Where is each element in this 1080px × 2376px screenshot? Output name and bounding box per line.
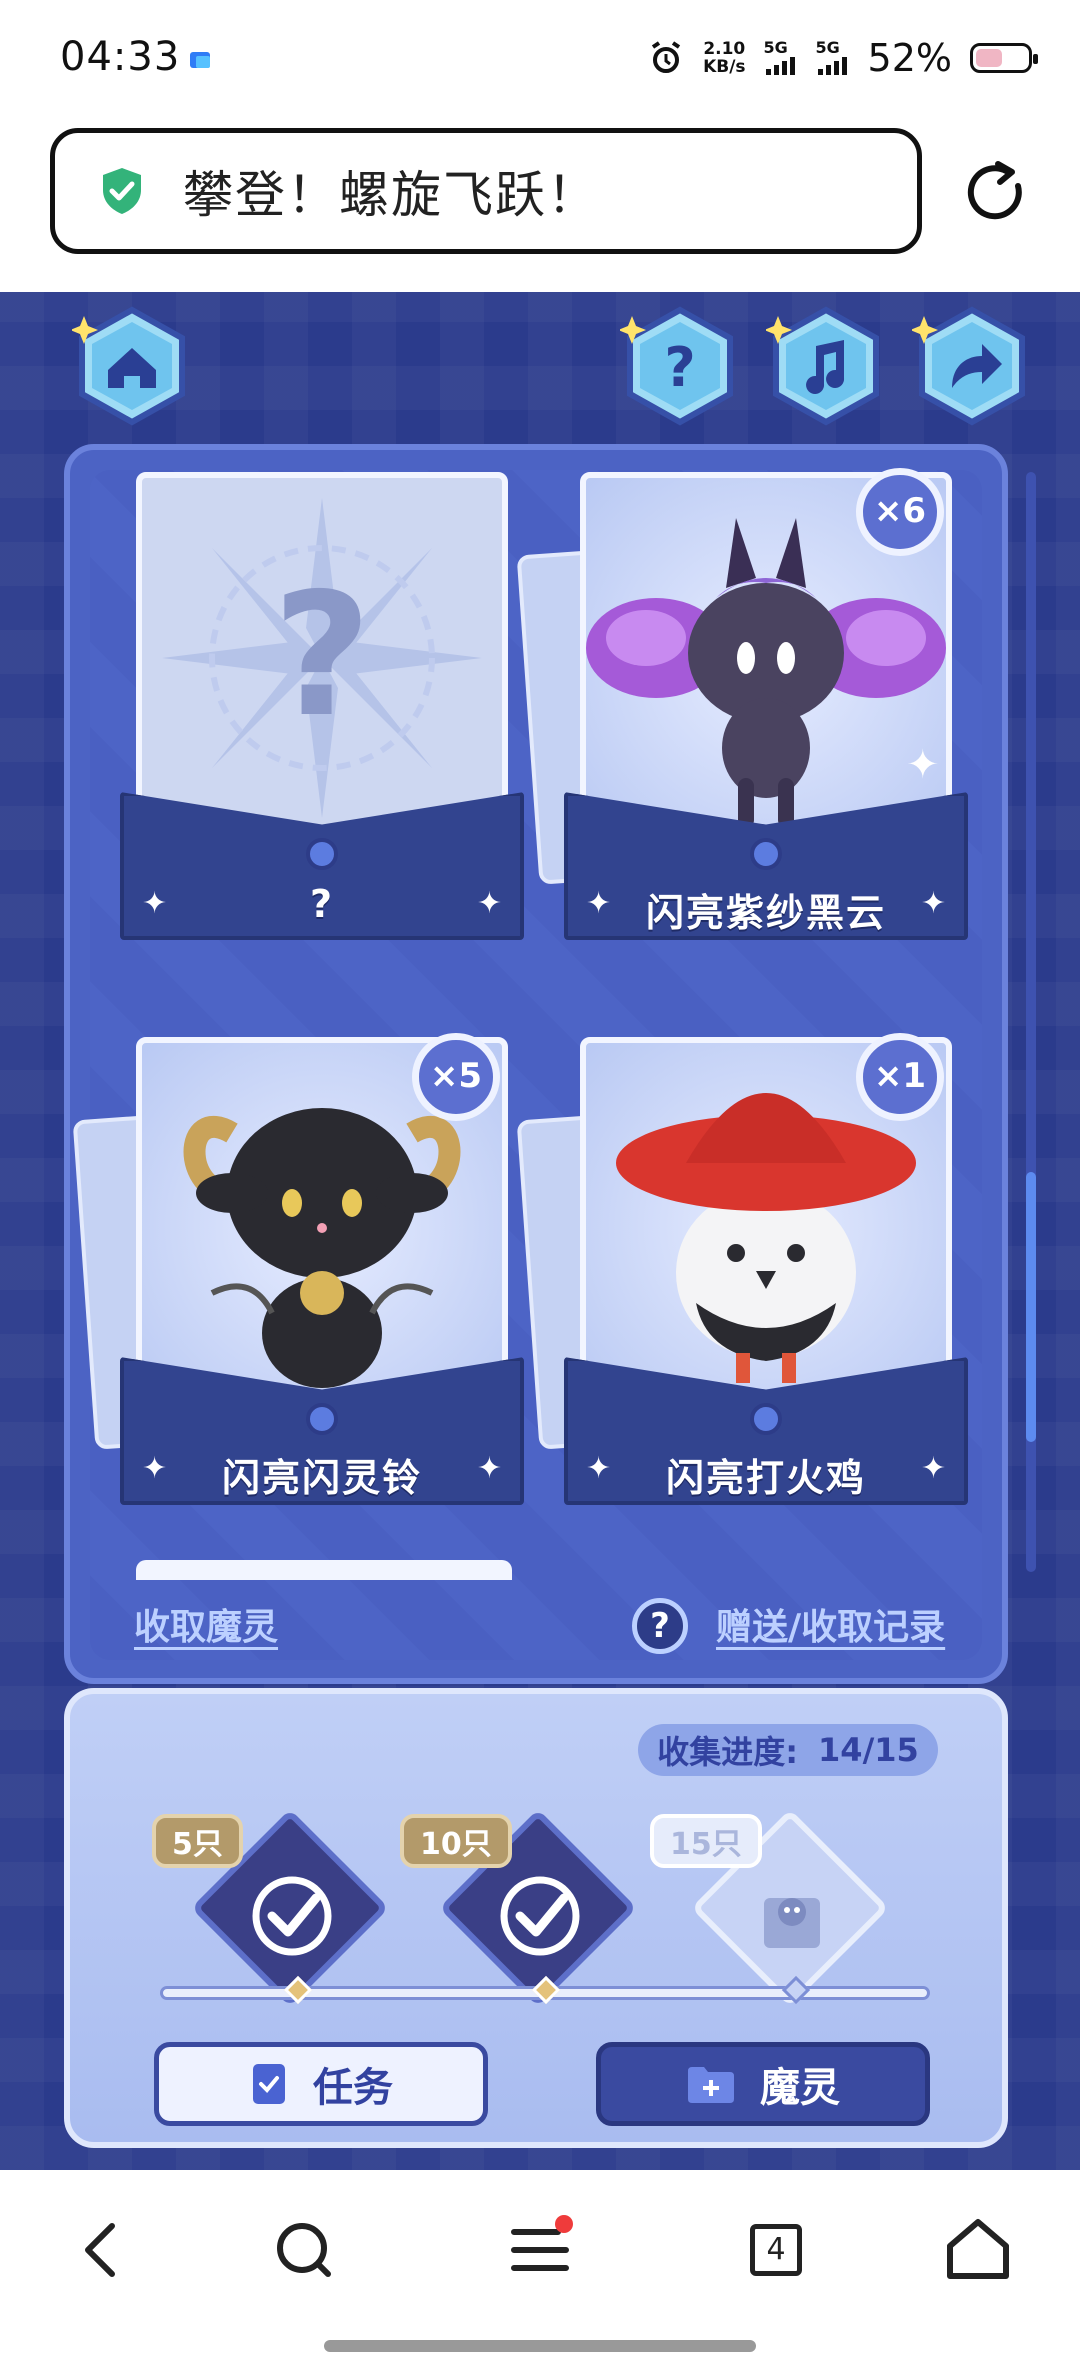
battery-fill	[976, 49, 1002, 67]
check-icon	[252, 1876, 332, 1956]
menu-icon[interactable]	[500, 2210, 580, 2290]
next-card-peek	[136, 1560, 512, 1580]
question-icon: ?	[664, 336, 695, 399]
locked-card-art: ?	[162, 498, 482, 818]
music-button[interactable]	[766, 306, 886, 426]
home-button[interactable]	[72, 306, 192, 426]
check-icon	[500, 1876, 580, 1956]
task-doc-icon	[253, 2064, 285, 2104]
reward-tag: 5只	[152, 1814, 243, 1868]
tasks-label: 任务	[313, 2065, 393, 2111]
card-art: ?	[136, 472, 508, 852]
progress-value: 14/15	[818, 1731, 919, 1769]
card-name: ?	[309, 882, 335, 926]
spirit-card[interactable]: ✦ ×6 ✦ 闪亮紫纱黑云 ✦	[516, 468, 968, 952]
card-name: 闪亮紫纱黑云	[645, 891, 886, 935]
title-box[interactable]: 攀登！螺旋飞跃！	[50, 128, 922, 254]
notification-dot	[555, 2215, 573, 2233]
help-icon[interactable]: ?	[632, 1598, 688, 1654]
battery-icon	[970, 43, 1038, 73]
card-pin	[306, 1403, 338, 1435]
sparkle-icon: ✦	[920, 886, 946, 921]
question-mark-icon: ?	[273, 557, 372, 755]
share-button[interactable]	[912, 306, 1032, 426]
spirit-card[interactable]: ×5 ✦ 闪亮闪灵铃 ✦	[72, 1033, 524, 1517]
battery-percent: 52%	[867, 36, 952, 80]
help-button[interactable]: ?	[620, 306, 740, 426]
card-name: 闪亮闪灵铃	[221, 1456, 422, 1500]
progress-panel: 收集进度: 14/15 5只 10只 15只 任务 魔灵	[64, 1688, 1008, 2148]
network-speed: 2.10 KB/s	[703, 39, 746, 77]
card-count-badge: ×6	[856, 468, 944, 556]
progress-label: 收集进度:	[657, 1733, 799, 1771]
app-notification-icon	[190, 52, 210, 68]
card-pin	[750, 838, 782, 870]
game-area: ? ? ✦ ? ✦ ✦ ×6 ✦ 闪亮紫纱黑云 ✦ ×5 ✦ 闪亮闪灵铃 ✦ ×…	[0, 292, 1080, 2170]
collection-progress: 收集进度: 14/15	[638, 1724, 938, 1776]
sparkle-icon: ✦	[920, 1451, 946, 1486]
home-indicator[interactable]	[324, 2340, 756, 2352]
svg-text:✦: ✦	[906, 742, 940, 788]
scrollbar-thumb[interactable]	[1026, 1172, 1036, 1442]
status-bar: 04:33 2.10 KB/s 5G 5G 52%	[0, 0, 1080, 120]
collect-spirits-link[interactable]: 收取魔灵	[134, 1598, 278, 1650]
secure-shield-icon	[103, 168, 141, 214]
reward-tag: 15只	[650, 1814, 762, 1868]
reward-tag: 10只	[400, 1814, 512, 1868]
folder-icon	[688, 2067, 734, 2103]
alarm-icon	[651, 41, 681, 73]
card-count-badge: ×1	[856, 1033, 944, 1121]
signal-bars-icon	[817, 57, 847, 75]
card-count-badge: ×5	[412, 1033, 500, 1121]
spirits-button[interactable]: 魔灵	[596, 2042, 930, 2126]
tabs-button[interactable]: 4	[736, 2210, 816, 2290]
tasks-button[interactable]: 任务	[154, 2042, 488, 2126]
home-nav-icon[interactable]	[938, 2210, 1018, 2290]
gift-box-icon	[764, 1898, 820, 1948]
gift-records-link[interactable]: 赠送/收取记录	[716, 1598, 945, 1650]
spirit-card-locked[interactable]: ? ✦ ? ✦	[120, 472, 524, 952]
spirits-label: 魔灵	[760, 2065, 840, 2111]
search-icon[interactable]	[264, 2210, 344, 2290]
card-pin	[306, 838, 338, 870]
sparkle-icon: ✦	[476, 886, 502, 921]
signal-2: 5G	[816, 40, 850, 75]
back-icon[interactable]	[62, 2210, 142, 2290]
reload-icon[interactable]	[960, 156, 1032, 228]
status-time: 04:33	[60, 34, 181, 80]
sparkle-icon: ✦	[476, 1451, 502, 1486]
tabs-count: 4	[750, 2224, 802, 2276]
page-title: 攀登！螺旋飞跃！	[183, 166, 599, 224]
spirit-card[interactable]: ×1 ✦ 闪亮打火鸡 ✦	[516, 1033, 968, 1517]
card-pin	[750, 1403, 782, 1435]
browser-title-bar: 攀登！螺旋飞跃！	[0, 120, 1080, 292]
signal-1: 5G	[764, 40, 798, 75]
signal-bars-icon	[765, 57, 795, 75]
card-name: 闪亮打火鸡	[665, 1456, 866, 1500]
